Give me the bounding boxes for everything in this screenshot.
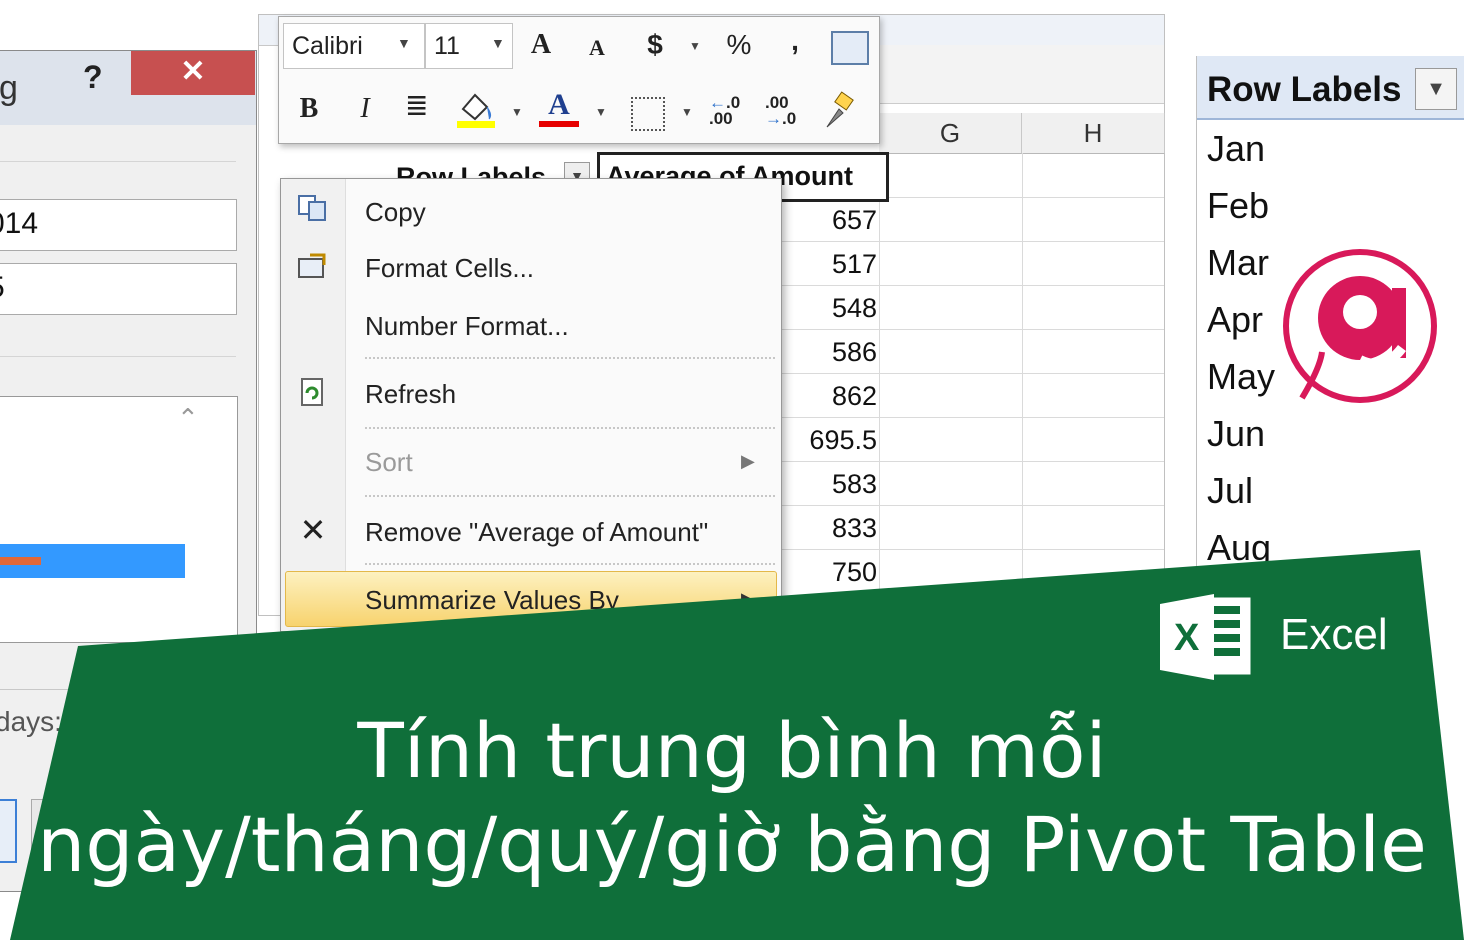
excel-label: Excel bbox=[1280, 610, 1388, 659]
excel-logo-icon: X bbox=[1158, 588, 1254, 684]
title-banner bbox=[10, 550, 1464, 940]
banner-title-line-1: Tính trung bình mỗi bbox=[357, 706, 1107, 795]
banner-title-line-2: ngày/tháng/quý/giờ bằng Pivot Table bbox=[37, 800, 1427, 889]
svg-text:X: X bbox=[1174, 617, 1200, 659]
